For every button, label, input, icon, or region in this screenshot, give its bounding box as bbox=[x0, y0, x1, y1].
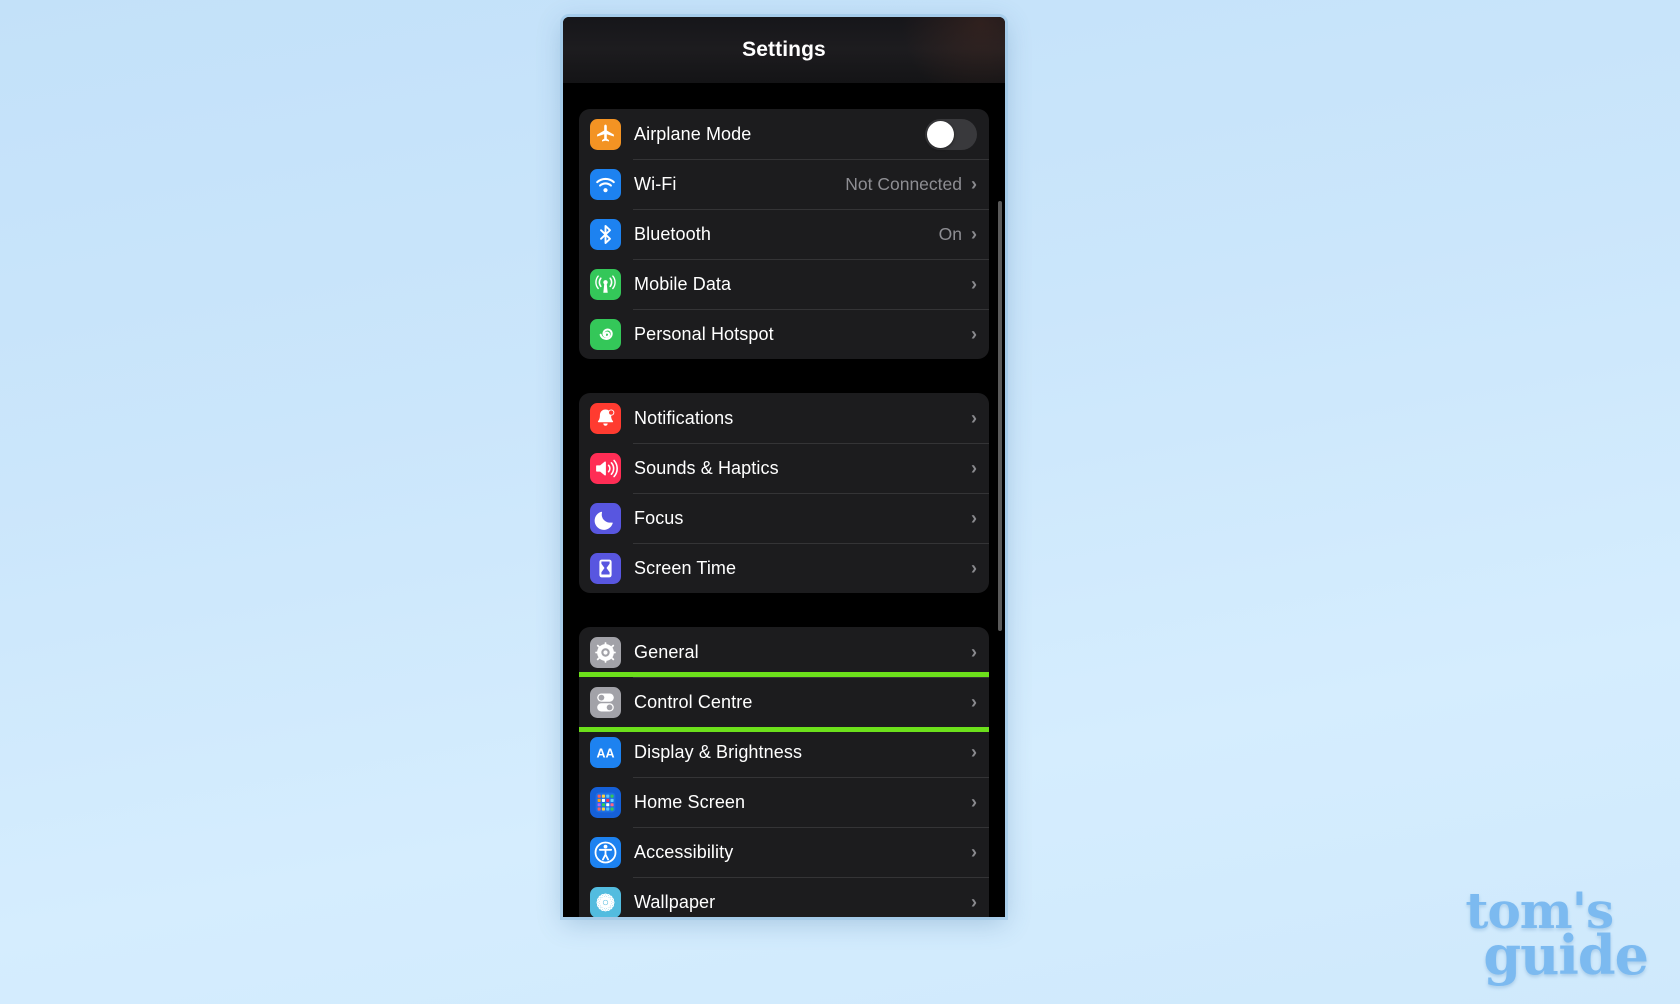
settings-row-personal-hotspot[interactable]: Personal Hotspot › bbox=[579, 309, 989, 359]
settings-row-label: Home Screen bbox=[634, 791, 746, 812]
settings-row-wallpaper[interactable]: Wallpaper › bbox=[579, 877, 989, 917]
bell-icon bbox=[590, 402, 621, 434]
aa-icon: AA bbox=[590, 736, 621, 768]
settings-row-sounds-haptics[interactable]: Sounds & Haptics › bbox=[579, 443, 989, 493]
settings-row-label: Personal Hotspot bbox=[634, 323, 774, 344]
watermark-line-2: guide bbox=[1483, 922, 1649, 987]
settings-row-mobile-data[interactable]: Mobile Data › bbox=[579, 259, 989, 309]
settings-row-label: Wi-Fi bbox=[634, 173, 677, 194]
settings-row-label: General bbox=[634, 641, 699, 662]
page-title: Settings bbox=[742, 38, 826, 61]
toggles-icon bbox=[590, 686, 621, 718]
chevron-right-icon: › bbox=[971, 458, 977, 478]
moon-icon bbox=[590, 502, 621, 534]
settings-row-label: Mobile Data bbox=[634, 273, 732, 294]
settings-row-control-centre[interactable]: Control Centre › bbox=[579, 672, 989, 732]
settings-row-label: Notifications bbox=[634, 407, 734, 428]
settings-row-label: Bluetooth bbox=[634, 223, 711, 244]
app-grid-icon bbox=[590, 786, 621, 818]
chevron-right-icon: › bbox=[971, 742, 977, 762]
settings-scroll-area[interactable]: Airplane Mode Wi-Fi Not Connected › Bluetoot… bbox=[563, 109, 1005, 917]
gear-icon bbox=[590, 636, 621, 668]
settings-row-wi-fi[interactable]: Wi-Fi Not Connected › bbox=[579, 159, 989, 209]
wifi-icon bbox=[590, 168, 621, 200]
accessibility-person-icon bbox=[590, 836, 621, 868]
navigation-bar: Settings bbox=[563, 17, 1005, 83]
airplane-icon bbox=[590, 118, 621, 150]
settings-row-label: Wallpaper bbox=[634, 891, 716, 912]
settings-group-alerts: Notifications › Sounds & Haptics › Focus › Scr… bbox=[579, 393, 989, 593]
chevron-right-icon: › bbox=[971, 224, 977, 244]
vertical-scrollbar[interactable] bbox=[998, 201, 1002, 631]
bluetooth-icon bbox=[590, 218, 621, 250]
chevron-right-icon: › bbox=[971, 324, 977, 344]
svg-text:AA: AA bbox=[596, 746, 614, 760]
settings-row-label: Airplane Mode bbox=[634, 123, 752, 144]
phone-screenshot: Settings Airplane Mode Wi-Fi Not Connected… bbox=[563, 17, 1005, 917]
flower-icon bbox=[590, 886, 621, 917]
settings-row-label: Display & Brightness bbox=[634, 741, 803, 762]
settings-row-label: Screen Time bbox=[634, 557, 737, 578]
settings-group-list: Airplane Mode Wi-Fi Not Connected › Bluetoot… bbox=[579, 109, 989, 917]
settings-row-focus[interactable]: Focus › bbox=[579, 493, 989, 543]
personal-hotspot-icon bbox=[590, 318, 621, 350]
toggle-knob bbox=[927, 120, 954, 148]
chevron-right-icon: › bbox=[971, 792, 977, 812]
cellular-antenna-icon bbox=[590, 268, 621, 300]
hourglass-icon bbox=[590, 552, 621, 584]
airplane-mode-toggle[interactable] bbox=[925, 118, 977, 150]
settings-row-label: Focus bbox=[634, 507, 684, 528]
settings-row-bluetooth[interactable]: Bluetooth On › bbox=[579, 209, 989, 259]
chevron-right-icon: › bbox=[971, 274, 977, 294]
settings-row-value: On bbox=[938, 223, 962, 244]
chevron-right-icon: › bbox=[971, 174, 977, 194]
chevron-right-icon: › bbox=[971, 558, 977, 578]
settings-row-label: Sounds & Haptics bbox=[634, 457, 779, 478]
settings-row-airplane-mode[interactable]: Airplane Mode bbox=[579, 109, 989, 159]
settings-row-value: Not Connected bbox=[845, 173, 962, 194]
settings-group-connectivity: Airplane Mode Wi-Fi Not Connected › Bluetoot… bbox=[579, 109, 989, 359]
speaker-waves-icon bbox=[590, 452, 621, 484]
settings-row-display-brightness[interactable]: AA Display & Brightness › bbox=[579, 727, 989, 777]
settings-row-label: Control Centre bbox=[634, 691, 753, 712]
settings-row-general[interactable]: General › bbox=[579, 627, 989, 677]
chevron-right-icon: › bbox=[971, 842, 977, 862]
settings-row-home-screen[interactable]: Home Screen › bbox=[579, 777, 989, 827]
settings-row-accessibility[interactable]: Accessibility › bbox=[579, 827, 989, 877]
chevron-right-icon: › bbox=[971, 408, 977, 428]
settings-row-notifications[interactable]: Notifications › bbox=[579, 393, 989, 443]
settings-group-system: General › Control Centre › AA Display & Brigh… bbox=[579, 627, 989, 917]
chevron-right-icon: › bbox=[971, 692, 977, 712]
settings-row-screen-time[interactable]: Screen Time › bbox=[579, 543, 989, 593]
chevron-right-icon: › bbox=[971, 508, 977, 528]
settings-row-label: Accessibility bbox=[634, 841, 734, 862]
toms-guide-watermark: tom's guide bbox=[1465, 885, 1649, 987]
chevron-right-icon: › bbox=[971, 642, 977, 662]
chevron-right-icon: › bbox=[971, 892, 977, 912]
